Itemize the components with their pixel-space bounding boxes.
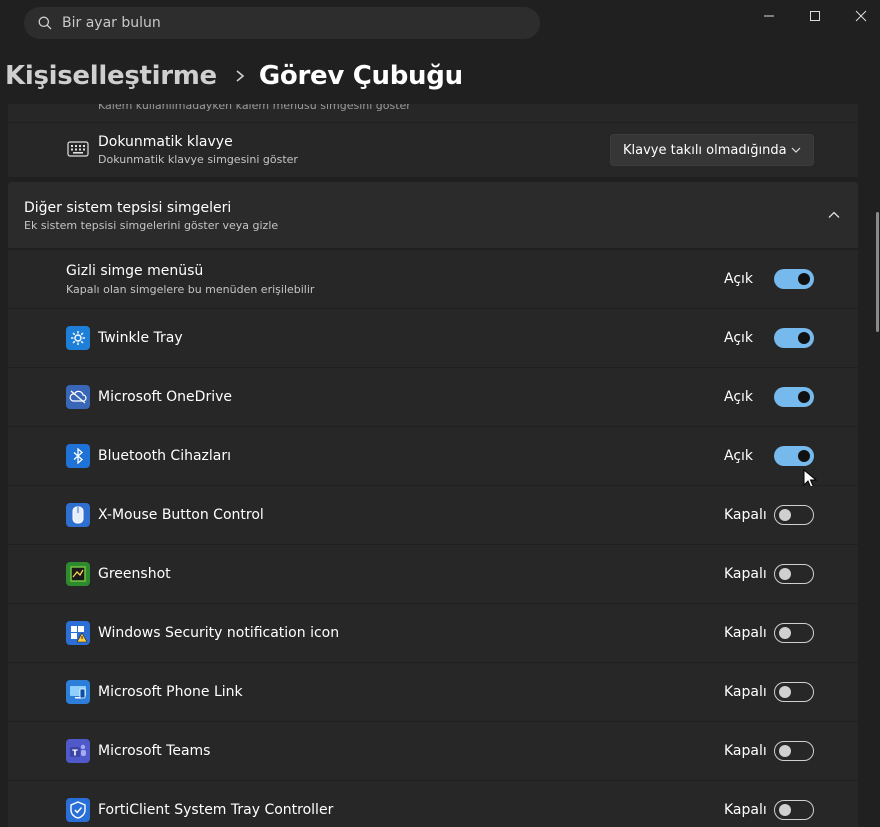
search-input[interactable]: Bir ayar bulun bbox=[62, 15, 161, 31]
forticlient-icon bbox=[66, 798, 90, 822]
touch-keyboard-row: Dokunmatik klavye Dokunmatik klavye simg… bbox=[8, 123, 858, 177]
minimize-icon bbox=[764, 15, 774, 17]
app-name: Microsoft Teams bbox=[98, 743, 211, 759]
greenshot-toggle[interactable] bbox=[774, 564, 814, 584]
minimize-button[interactable] bbox=[746, 0, 792, 32]
maximize-button[interactable] bbox=[792, 0, 838, 32]
search-box[interactable]: Bir ayar bulun bbox=[24, 7, 540, 39]
app-row-xmouse: X-Mouse Button Control Kapalı bbox=[8, 486, 858, 544]
toggle-knob bbox=[779, 745, 791, 757]
app-name: Microsoft OneDrive bbox=[98, 389, 232, 405]
hidden-menu-toggle[interactable] bbox=[774, 269, 814, 289]
touch-keyboard-title: Dokunmatik klavye bbox=[98, 134, 233, 150]
bluetooth-icon bbox=[66, 444, 90, 468]
onedrive-icon bbox=[66, 385, 90, 409]
chevron-up-icon[interactable] bbox=[828, 211, 840, 219]
search-icon bbox=[38, 16, 52, 30]
page-title: Görev Çubuğu bbox=[258, 61, 463, 91]
toggle-state-label: Açık bbox=[724, 271, 754, 287]
app-name: Microsoft Phone Link bbox=[98, 684, 243, 700]
touch-keyboard-subtitle: Dokunmatik klavye simgesini göster bbox=[98, 153, 298, 166]
greenshot-icon bbox=[66, 562, 90, 586]
xmouse-icon bbox=[66, 503, 90, 527]
toggle-knob bbox=[779, 804, 791, 816]
maximize-icon bbox=[810, 11, 820, 21]
toggle-knob bbox=[798, 332, 810, 344]
chevron-right-icon bbox=[235, 69, 245, 83]
toggle-state-label: Açık bbox=[724, 448, 754, 464]
breadcrumb-parent[interactable]: Kişiselleştirme bbox=[5, 61, 217, 91]
toggle-knob bbox=[798, 273, 810, 285]
other-tray-icons-header[interactable]: Diğer sistem tepsisi simgeleri Ek sistem… bbox=[8, 182, 858, 248]
app-row-bluetooth: Bluetooth Cihazları Açık bbox=[8, 427, 858, 489]
phone-link-icon bbox=[66, 680, 90, 704]
app-row-twinkle-tray: Twinkle Tray Açık bbox=[8, 309, 858, 367]
app-name: FortiClient System Tray Controller bbox=[98, 802, 334, 818]
app-row-windows-security: Windows Security notification icon Kapal… bbox=[8, 604, 858, 662]
app-name: Twinkle Tray bbox=[98, 330, 183, 346]
onedrive-toggle[interactable] bbox=[774, 387, 814, 407]
toggle-knob bbox=[798, 391, 810, 403]
other-tray-icons-title: Diğer sistem tepsisi simgeleri bbox=[24, 200, 232, 216]
app-name: Bluetooth Cihazları bbox=[98, 448, 231, 464]
hidden-menu-title: Gizli simge menüsü bbox=[66, 263, 204, 279]
toggle-state-label: Açık bbox=[724, 330, 754, 346]
toggle-state-label: Kapalı bbox=[724, 743, 767, 759]
app-row-forticlient: FortiClient System Tray Controller Kapal… bbox=[8, 781, 858, 827]
app-row-teams: T Microsoft Teams Kapalı bbox=[8, 722, 858, 780]
toggle-state-label: Kapalı bbox=[724, 507, 767, 523]
app-name: X-Mouse Button Control bbox=[98, 507, 264, 523]
toggle-knob bbox=[798, 450, 810, 462]
hidden-menu-subtitle: Kapalı olan simgelere bu menüden erişile… bbox=[66, 283, 315, 296]
pen-menu-row[interactable]: Kalem kullanılmadayken kalem menüsü simg… bbox=[8, 104, 858, 122]
keyboard-icon bbox=[67, 141, 89, 157]
xmouse-toggle[interactable] bbox=[774, 505, 814, 525]
touch-keyboard-dropdown[interactable]: Klavye takılı olmadığında bbox=[610, 134, 814, 166]
settings-list: Kalem kullanılmadayken kalem menüsü simg… bbox=[0, 104, 880, 827]
twinkle-tray-toggle[interactable] bbox=[774, 328, 814, 348]
app-name: Windows Security notification icon bbox=[98, 625, 340, 641]
breadcrumb: Kişiselleştirme Görev Çubuğu bbox=[5, 56, 463, 96]
bluetooth-toggle[interactable] bbox=[774, 446, 814, 466]
other-tray-icons-subtitle: Ek sistem tepsisi simgelerini göster vey… bbox=[24, 219, 279, 232]
chevron-down-icon bbox=[791, 147, 801, 153]
dropdown-value: Klavye takılı olmadığında bbox=[623, 142, 787, 158]
svg-text:T: T bbox=[72, 749, 78, 758]
twinkle-tray-icon bbox=[66, 326, 90, 350]
app-name: Greenshot bbox=[98, 566, 171, 582]
app-row-phone-link: Microsoft Phone Link Kapalı bbox=[8, 663, 858, 721]
toggle-knob bbox=[779, 686, 791, 698]
pen-menu-subtitle: Kalem kullanılmadayken kalem menüsü simg… bbox=[98, 104, 411, 112]
toggle-state-label: Açık bbox=[724, 389, 754, 405]
hidden-icon-menu-row: Gizli simge menüsü Kapalı olan simgelere… bbox=[8, 250, 858, 308]
toggle-knob bbox=[779, 627, 791, 639]
teams-icon: T bbox=[66, 739, 90, 763]
forticlient-toggle[interactable] bbox=[774, 800, 814, 820]
app-row-onedrive: Microsoft OneDrive Açık bbox=[8, 368, 858, 426]
app-row-greenshot: Greenshot Kapalı bbox=[8, 545, 858, 603]
teams-toggle[interactable] bbox=[774, 741, 814, 761]
phone-link-toggle[interactable] bbox=[774, 682, 814, 702]
toggle-state-label: Kapalı bbox=[724, 802, 767, 818]
windows-security-icon bbox=[66, 621, 90, 645]
windows-security-toggle[interactable] bbox=[774, 623, 814, 643]
toggle-knob bbox=[779, 509, 791, 521]
close-button[interactable] bbox=[838, 0, 880, 32]
toggle-state-label: Kapalı bbox=[724, 684, 767, 700]
close-icon bbox=[855, 10, 867, 22]
toggle-knob bbox=[779, 568, 791, 580]
toggle-state-label: Kapalı bbox=[724, 625, 767, 641]
toggle-state-label: Kapalı bbox=[724, 566, 767, 582]
